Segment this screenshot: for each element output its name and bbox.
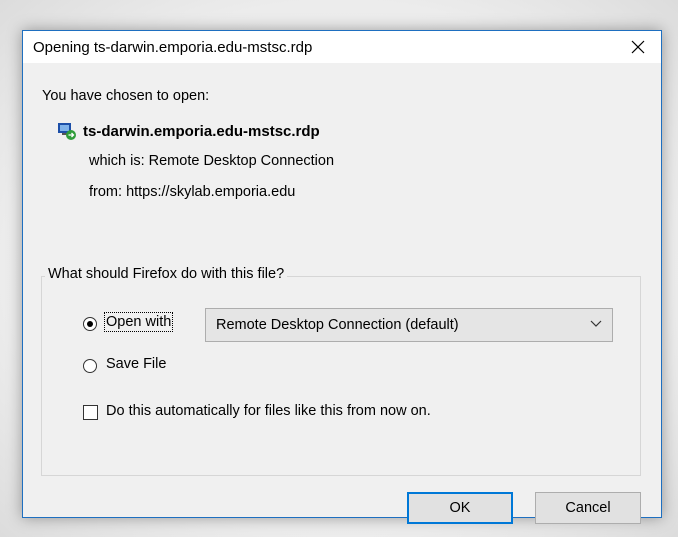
which-is-label: which is: <box>89 153 145 169</box>
from-label: from: <box>89 184 123 200</box>
open-with-label[interactable]: Open with <box>103 312 174 332</box>
file-row: ts-darwin.emporia.edu-mstsc.rdp <box>57 121 320 141</box>
cancel-button[interactable]: Cancel <box>535 492 641 524</box>
auto-checkbox-label[interactable]: Do this automatically for files like thi… <box>106 403 431 419</box>
close-icon <box>631 40 645 54</box>
open-with-app-value: Remote Desktop Connection (default) <box>216 317 459 333</box>
save-file-radio[interactable] <box>83 359 97 373</box>
remote-desktop-icon <box>58 123 76 140</box>
file-source-line: from: https://skylab.emporia.edu <box>89 184 295 200</box>
which-is-value: Remote Desktop Connection <box>148 153 335 169</box>
title-bar: Opening ts-darwin.emporia.edu-mstsc.rdp <box>23 31 661 63</box>
action-group-title: What should Firefox do with this file? <box>45 266 288 282</box>
chevron-down-icon <box>590 320 602 327</box>
dialog-title: Opening ts-darwin.emporia.edu-mstsc.rdp <box>33 39 313 56</box>
open-with-radio[interactable] <box>83 317 97 331</box>
download-dialog: Opening ts-darwin.emporia.edu-mstsc.rdp … <box>22 30 662 524</box>
ok-button[interactable]: OK <box>407 492 513 524</box>
close-button[interactable] <box>615 31 661 63</box>
auto-checkbox[interactable] <box>83 405 98 420</box>
intro-text: You have chosen to open: <box>42 88 210 104</box>
file-type-line: which is: Remote Desktop Connection <box>89 153 334 169</box>
save-file-label[interactable]: Save File <box>106 356 166 372</box>
from-value: https://skylab.emporia.edu <box>126 184 296 200</box>
open-with-app-select[interactable]: Remote Desktop Connection (default) <box>205 308 613 342</box>
file-name: ts-darwin.emporia.edu-mstsc.rdp <box>83 122 320 140</box>
dialog-body: You have chosen to open: ts-darwin.empor… <box>23 63 661 524</box>
action-group <box>41 276 641 476</box>
